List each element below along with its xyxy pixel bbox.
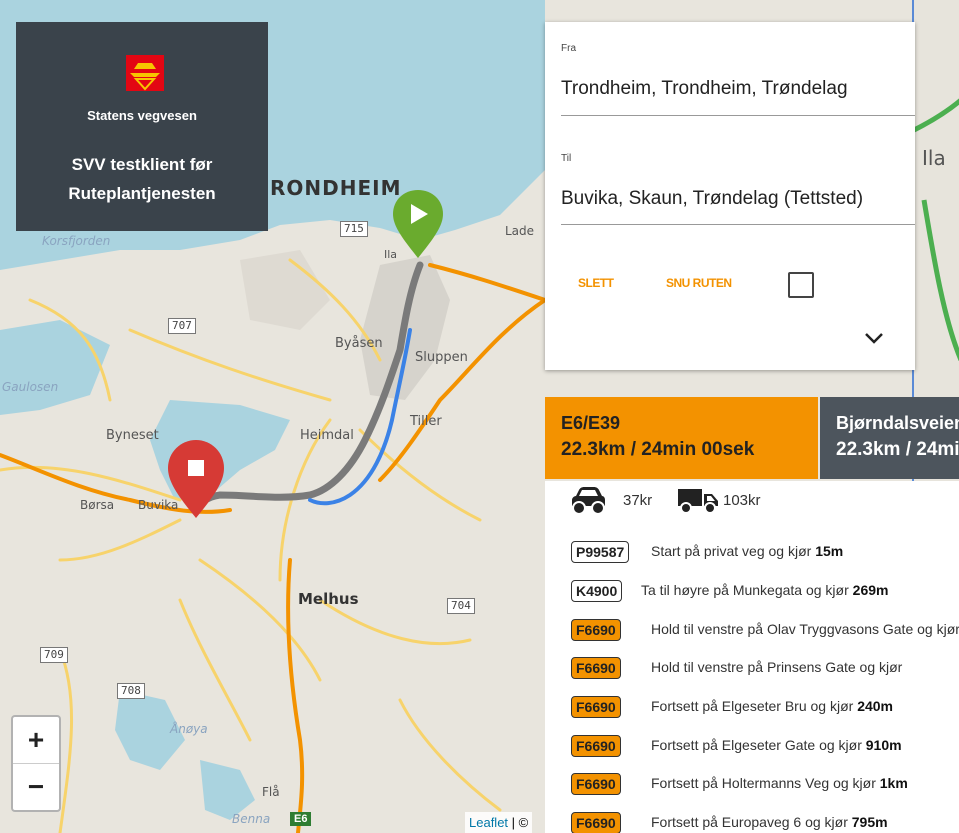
map-label-city: RONDHEIM	[270, 176, 402, 200]
direction-instruction: Ta til høyre på Munkegata og kjør 269m	[641, 582, 889, 598]
org-name: Statens vegvesen	[87, 108, 197, 123]
direction-instruction: Hold til venstre på Olav Tryggvasons Gat…	[651, 621, 959, 637]
road-shield-709: 709	[40, 647, 68, 663]
map-label-korsfjorden: Korsfjorden	[42, 234, 111, 248]
map-label-lade: Lade	[505, 224, 535, 238]
road-shield-715: 715	[340, 221, 368, 237]
app-logo-panel: Statens vegvesen SVV testklient før Rute…	[16, 22, 268, 231]
to-label: Til	[561, 153, 572, 164]
direction-instruction: Start på privat veg og kjør 15m	[651, 543, 844, 559]
direction-step[interactable]: F6690 Hold til venstre på Olav Tryggvaso…	[545, 612, 959, 646]
from-input-underline	[561, 115, 915, 116]
to-input[interactable]: Buvika, Skaun, Trøndelag (Tettsted)	[561, 188, 915, 210]
map-label-fla: Flå	[262, 785, 280, 799]
map-label-byasen: Byåsen	[335, 336, 383, 351]
route-tab-name: Bjørndalsveien	[836, 413, 959, 433]
direction-instruction: Fortsett på Holtermanns Veg og kjør 1km	[651, 775, 908, 791]
direction-step[interactable]: F6690 Fortsett på Europaveg 6 og kjør 79…	[545, 805, 959, 833]
chevron-down-icon[interactable]	[863, 330, 885, 346]
attribution-separator: | ©	[508, 815, 529, 830]
to-input-underline	[561, 224, 915, 225]
map-label-benna: Benna	[232, 812, 271, 826]
statens-vegvesen-emblem-icon	[126, 55, 164, 91]
app-title: SVV testklient før Ruteplantjenesten	[16, 150, 268, 208]
leaflet-link[interactable]: Leaflet	[469, 815, 508, 830]
road-number-badge: F6690	[571, 657, 621, 679]
road-number-badge: K4900	[571, 580, 623, 602]
road-number-badge: F6690	[571, 696, 621, 718]
direction-step[interactable]: F6690 Fortsett på Holtermanns Veg og kjø…	[545, 766, 959, 800]
road-number-badge: F6690	[571, 735, 621, 757]
map-label-byneset: Byneset	[106, 428, 159, 443]
map-label-gaulosen: Gaulosen	[2, 380, 59, 394]
direction-instruction: Fortsett på Europaveg 6 og kjør 795m	[651, 814, 888, 830]
map-label-tiller: Tiller	[410, 414, 442, 429]
direction-instruction: Fortsett på Elgeseter Gate og kjør 910m	[651, 737, 902, 753]
route-tab-e6-e39[interactable]: E6/E39 22.3km / 24min 00sek	[545, 397, 818, 479]
toll-cost-row: 37kr 103kr	[545, 481, 959, 529]
map-attribution: Leaflet | ©	[465, 812, 533, 833]
direction-step[interactable]: F6690 Fortsett på Elgeseter Bru og kjør …	[545, 689, 959, 723]
direction-step[interactable]: F6690 Hold til venstre på Prinsens Gate …	[545, 650, 959, 684]
options-checkbox[interactable]	[788, 272, 814, 298]
route-tab-stats: 22.3km / 24min 00sek	[836, 439, 959, 460]
zoom-in-button[interactable]: +	[13, 717, 59, 763]
zoom-control: + −	[11, 715, 61, 812]
road-number-badge: F6690	[571, 773, 621, 795]
car-toll-cost: 37kr	[623, 492, 653, 509]
direction-step[interactable]: K4900 Ta til høyre på Munkegata og kjør …	[545, 573, 959, 607]
map-label-buvika: Buvika	[138, 498, 179, 512]
zoom-out-button[interactable]: −	[13, 764, 59, 810]
map-label-melhus: Melhus	[298, 590, 359, 608]
map-label-anoya: Ånøya	[170, 722, 208, 736]
road-shield-704: 704	[447, 598, 475, 614]
road-shield-708: 708	[117, 683, 145, 699]
route-tab-name: E6/E39	[561, 413, 621, 433]
app-title-line-1: SVV testklient før	[71, 155, 213, 174]
reverse-route-button[interactable]: SNU RUTEN	[666, 276, 732, 290]
road-shield-e6: E6	[290, 812, 312, 826]
road-shield-707: 707	[168, 318, 196, 334]
direction-step[interactable]: F6690 Fortsett på Elgeseter Gate og kjør…	[545, 728, 959, 762]
route-tab-stats: 22.3km / 24min 00sek	[561, 439, 755, 460]
route-search-form: Fra Trondheim, Trondheim, Trøndelag Til …	[545, 22, 915, 370]
from-input[interactable]: Trondheim, Trondheim, Trøndelag	[561, 78, 915, 100]
car-icon	[572, 487, 605, 515]
truck-toll-cost: 103kr	[723, 492, 761, 509]
clear-button[interactable]: SLETT	[578, 276, 614, 290]
road-number-badge: F6690	[571, 619, 621, 641]
map-label-borsa: Børsa	[80, 498, 115, 512]
inset-map-label-ila: Ila	[922, 146, 946, 170]
from-label: Fra	[561, 43, 576, 54]
direction-step[interactable]: P99587 Start på privat veg og kjør 15m	[545, 534, 959, 568]
road-number-badge: F6690	[571, 812, 621, 833]
truck-icon	[678, 489, 718, 514]
map-label-heimdal: Heimdal	[300, 428, 354, 443]
directions-list: P99587 Start på privat veg og kjør 15m K…	[545, 529, 959, 833]
road-number-badge: P99587	[571, 541, 630, 563]
app-title-line-2: Ruteplantjenesten	[68, 184, 216, 203]
map-label-ila: Ila	[384, 248, 398, 261]
map-label-sluppen: Sluppen	[415, 350, 468, 365]
direction-instruction: Hold til venstre på Prinsens Gate og kjø…	[651, 659, 903, 675]
direction-instruction: Fortsett på Elgeseter Bru og kjør 240m	[651, 698, 894, 714]
route-tab-alternative[interactable]: Bjørndalsveien 22.3km / 24min 00sek	[820, 397, 959, 479]
